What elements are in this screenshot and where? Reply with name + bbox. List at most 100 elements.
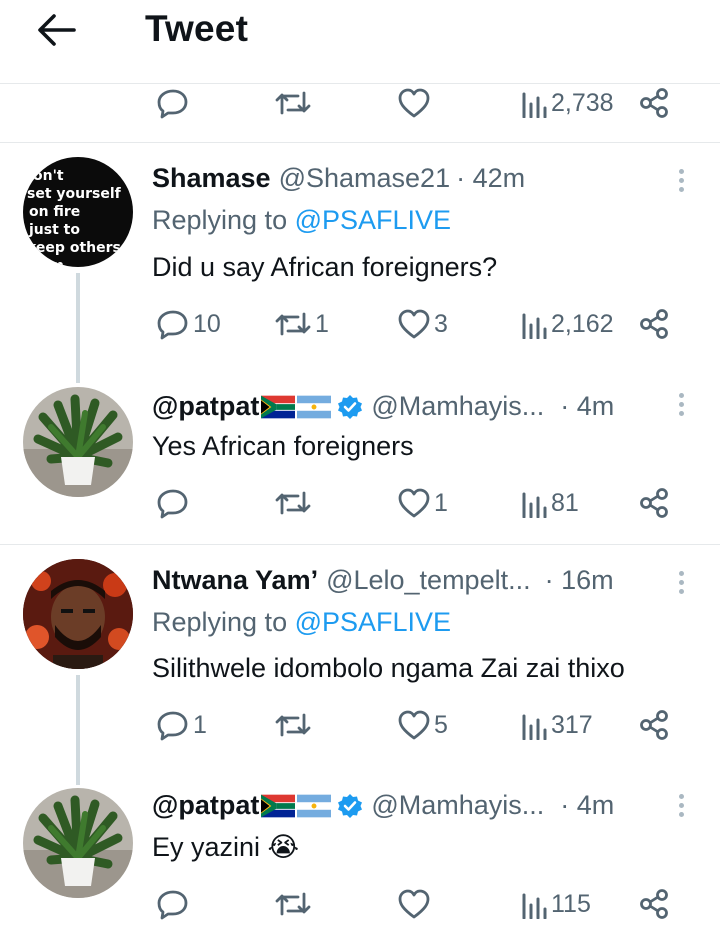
like-count: 5 <box>434 710 448 739</box>
like-button[interactable]: 5 <box>397 703 448 747</box>
username[interactable]: @Mamhayis... <box>371 790 544 821</box>
retweet-icon <box>275 491 311 515</box>
tweet[interactable]: Ntwana Yam’ @Lelo_tempelt... · 16m Reply… <box>0 545 720 785</box>
views-button[interactable]: 317 <box>520 703 593 747</box>
views-count: 115 <box>551 889 591 918</box>
display-name[interactable]: Ntwana Yam’ <box>152 565 318 596</box>
share-icon <box>640 710 668 740</box>
retweet-icon <box>275 312 311 336</box>
retweet-icon <box>275 892 311 916</box>
heart-icon <box>398 710 430 740</box>
tweet-text: Yes African foreigners <box>152 431 414 461</box>
reply-button[interactable]: 10 <box>156 302 221 346</box>
views-count: 2,738 <box>551 88 614 117</box>
retweet-icon <box>275 713 311 737</box>
south-africa-flag-icon <box>261 395 296 418</box>
verified-badge-icon <box>338 793 363 818</box>
reply-icon <box>157 89 188 119</box>
views-count: 2,162 <box>551 309 614 338</box>
avatar[interactable]: on't set yourself on fire just to keep o… <box>23 157 133 267</box>
tweet[interactable]: @patpat @Mamhayis... · 4m Yes African fo… <box>0 383 720 543</box>
more-options-icon[interactable] <box>670 165 692 195</box>
like-count: 3 <box>434 309 448 338</box>
share-button[interactable] <box>638 81 670 125</box>
share-icon <box>640 488 668 518</box>
tweet[interactable]: on't set yourself on fire just to keep o… <box>0 143 720 383</box>
page-title: Tweet <box>145 8 249 49</box>
username[interactable]: @Mamhayis... <box>371 391 544 422</box>
retweet-icon <box>275 91 311 115</box>
verified-badge-icon <box>338 394 363 419</box>
tweet-actions: 1 81 <box>0 481 720 525</box>
username[interactable]: @Shamase21 <box>279 163 451 194</box>
reply-button[interactable]: 1 <box>156 703 207 747</box>
like-button[interactable]: 1 <box>397 481 448 525</box>
share-icon <box>640 309 668 339</box>
like-button[interactable] <box>397 81 431 125</box>
analytics-icon <box>522 92 547 118</box>
views-button[interactable]: 2,738 <box>520 81 614 125</box>
share-button[interactable] <box>638 302 670 346</box>
tweet-actions: 2,738 <box>0 81 720 125</box>
share-button[interactable] <box>638 882 670 926</box>
like-count: 1 <box>434 488 448 517</box>
views-button[interactable]: 81 <box>520 481 579 525</box>
retweet-button[interactable] <box>274 481 312 525</box>
argentina-flag-icon <box>297 395 332 418</box>
analytics-icon <box>522 893 547 919</box>
display-name[interactable]: Shamase <box>152 163 271 194</box>
username[interactable]: @Lelo_tempelt... <box>326 565 531 596</box>
tweet-text: Silithwele idombolo ngama Zai zai thixo <box>152 653 625 683</box>
retweet-button[interactable] <box>274 882 312 926</box>
retweet-button[interactable]: 1 <box>274 302 329 346</box>
heart-icon <box>398 88 430 118</box>
mention-link[interactable]: @PSAFLIVE <box>295 607 451 637</box>
reply-button[interactable] <box>156 481 190 525</box>
share-button[interactable] <box>638 481 670 525</box>
avatar[interactable] <box>23 559 133 669</box>
tweet[interactable]: @patpat @Mamhayis... · 4m Ey yazini 😭 11… <box>0 784 720 930</box>
heart-icon <box>398 309 430 339</box>
timestamp[interactable]: · 42m <box>456 163 525 194</box>
tweet-actions: 10 1 3 2,162 <box>0 302 720 346</box>
reply-button[interactable] <box>156 882 190 926</box>
cartoon-portrait <box>23 559 133 669</box>
like-button[interactable]: 3 <box>397 302 448 346</box>
heart-icon <box>398 488 430 518</box>
views-button[interactable]: 2,162 <box>520 302 614 346</box>
analytics-icon <box>522 714 547 740</box>
timestamp[interactable]: · 4m <box>560 790 614 821</box>
like-button[interactable] <box>397 882 431 926</box>
timestamp[interactable]: · 4m <box>560 391 614 422</box>
analytics-icon <box>522 492 547 518</box>
back-button[interactable] <box>34 10 78 50</box>
share-icon <box>640 88 668 118</box>
display-name[interactable]: @patpat <box>152 790 259 821</box>
replying-to: Replying to @PSAFLIVE <box>152 607 452 637</box>
mention-link[interactable]: @PSAFLIVE <box>295 205 451 235</box>
retweet-button[interactable] <box>274 703 312 747</box>
tweet-actions: 115 <box>0 882 720 926</box>
more-options-icon[interactable] <box>670 389 692 419</box>
more-options-icon[interactable] <box>670 790 692 820</box>
tweet-actions: 1 5 317 <box>0 703 720 747</box>
share-button[interactable] <box>638 703 670 747</box>
reply-icon <box>157 489 188 519</box>
display-name[interactable]: @patpat <box>152 391 259 422</box>
more-options-icon[interactable] <box>670 567 692 597</box>
reply-icon <box>157 711 188 741</box>
app-header: Tweet <box>0 0 720 84</box>
replying-to: Replying to @PSAFLIVE <box>152 205 452 235</box>
views-button[interactable]: 115 <box>520 882 591 926</box>
south-africa-flag-icon <box>261 794 296 817</box>
timestamp[interactable]: · 16m <box>545 565 614 596</box>
reply-button[interactable] <box>156 81 190 125</box>
tweet-text: Did u say African foreigners? <box>152 252 498 282</box>
share-icon <box>640 889 668 919</box>
tweet-text: Ey yazini 😭 <box>152 832 300 862</box>
retweet-button[interactable] <box>274 81 312 125</box>
analytics-icon <box>522 313 547 339</box>
views-count: 317 <box>551 710 593 739</box>
heart-icon <box>398 889 430 919</box>
views-count: 81 <box>551 488 579 517</box>
